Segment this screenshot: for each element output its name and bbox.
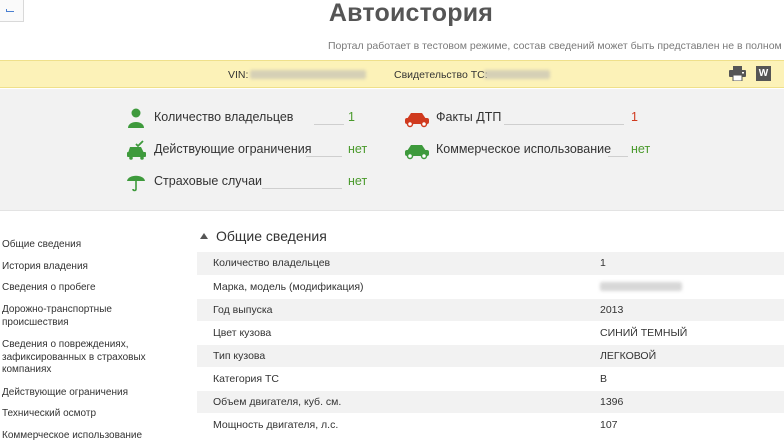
sidebar-item-damages[interactable]: Сведения о повреждениях, зафиксированных… — [2, 339, 152, 377]
table-row: Марка, модель (модификация) — [197, 275, 784, 299]
row-value: 1396 — [583, 390, 784, 414]
vin-label: VIN: — [228, 69, 249, 81]
row-value: B — [583, 367, 784, 391]
sidebar-item-commercial[interactable]: Коммерческое использование — [2, 430, 162, 441]
person-icon — [128, 108, 144, 128]
row-value: 1 — [583, 252, 784, 276]
summary-insurance-value: нет — [348, 174, 368, 188]
word-icon[interactable]: W — [756, 66, 771, 81]
summary-insurance: Страховые случаи нет — [126, 172, 376, 192]
table-row: Год выпуска 2013 — [197, 298, 784, 322]
summary-owners-value: 1 — [348, 110, 355, 124]
row-key: Количество владельцев — [197, 252, 583, 276]
sidebar-item-inspection[interactable]: Технический осмотр — [2, 408, 162, 421]
summary-panel: Количество владельцев 1 Действующие огра… — [0, 89, 784, 211]
sidebar-item-mileage[interactable]: Сведения о пробеге — [2, 282, 162, 295]
sidebar-item-ownership[interactable]: История владения — [2, 261, 162, 274]
table-row: Количество владельцев 1 — [197, 252, 784, 276]
row-key: Мощность двигателя, л.с. — [197, 413, 583, 437]
row-value: 107 — [583, 413, 784, 437]
table-row: Мощность двигателя, л.с. 107 — [197, 413, 784, 437]
row-value-redacted — [583, 275, 784, 299]
red-car-icon — [405, 113, 429, 128]
summary-restrictions-value: нет — [348, 142, 368, 156]
green-car-icon — [405, 145, 429, 160]
row-key: Категория ТС — [197, 367, 583, 391]
table-row: Тип кузова ЛЕГКОВОЙ — [197, 344, 784, 368]
cert-label: Свидетельство ТС: — [394, 69, 488, 81]
cert-value-redacted — [484, 70, 550, 79]
row-key: Год выпуска — [197, 298, 583, 322]
summary-restrictions: Действующие ограничения нет — [126, 140, 376, 160]
collapse-triangle-icon[interactable] — [200, 233, 208, 239]
test-mode-notice: Портал работает в тестовом режиме, соста… — [328, 40, 784, 52]
row-value: 2013 — [583, 298, 784, 322]
sidebar-item-restrictions[interactable]: Действующие ограничения — [2, 387, 162, 400]
summary-owners: Количество владельцев 1 — [126, 108, 366, 128]
sidebar-item-general[interactable]: Общие сведения — [2, 239, 162, 252]
general-info-table: Количество владельцев 1 Марка, модель (м… — [197, 252, 784, 437]
page-title: Автоистория — [328, 0, 494, 27]
summary-accidents: Факты ДТП 1 — [404, 108, 644, 128]
row-value: СИНИЙ ТЕМНЫЙ — [583, 321, 784, 345]
section-header[interactable]: Общие сведения — [200, 228, 327, 244]
summary-accidents-label: Факты ДТП — [436, 110, 502, 124]
summary-commercial: Коммерческое использование нет — [404, 140, 654, 160]
summary-insurance-label: Страховые случаи — [154, 174, 263, 188]
row-key: Марка, модель (модификация) — [197, 275, 583, 299]
table-row: Категория ТС B — [197, 367, 784, 391]
vin-bar: VIN: Свидетельство ТС: — [0, 60, 784, 88]
row-key: Объем двигателя, куб. см. — [197, 390, 583, 414]
table-row: Цвет кузова СИНИЙ ТЕМНЫЙ — [197, 321, 784, 345]
summary-owners-label: Количество владельцев — [154, 110, 294, 124]
vin-value-redacted — [250, 70, 366, 79]
umbrella-icon — [127, 175, 145, 192]
print-icon[interactable] — [729, 66, 746, 81]
row-value: ЛЕГКОВОЙ — [583, 344, 784, 368]
section-title: Общие сведения — [216, 228, 327, 244]
car-check-icon — [127, 140, 146, 160]
row-key: Тип кузова — [197, 344, 583, 368]
summary-commercial-value: нет — [631, 142, 651, 156]
summary-commercial-label: Коммерческое использование — [436, 142, 612, 156]
sidebar-item-accidents[interactable]: Дорожно-транспортные происшествия — [2, 304, 132, 329]
table-row: Объем двигателя, куб. см. 1396 — [197, 390, 784, 414]
row-key: Цвет кузова — [197, 321, 583, 345]
summary-restrictions-label: Действующие ограничения — [154, 142, 312, 156]
summary-accidents-value: 1 — [631, 110, 638, 124]
